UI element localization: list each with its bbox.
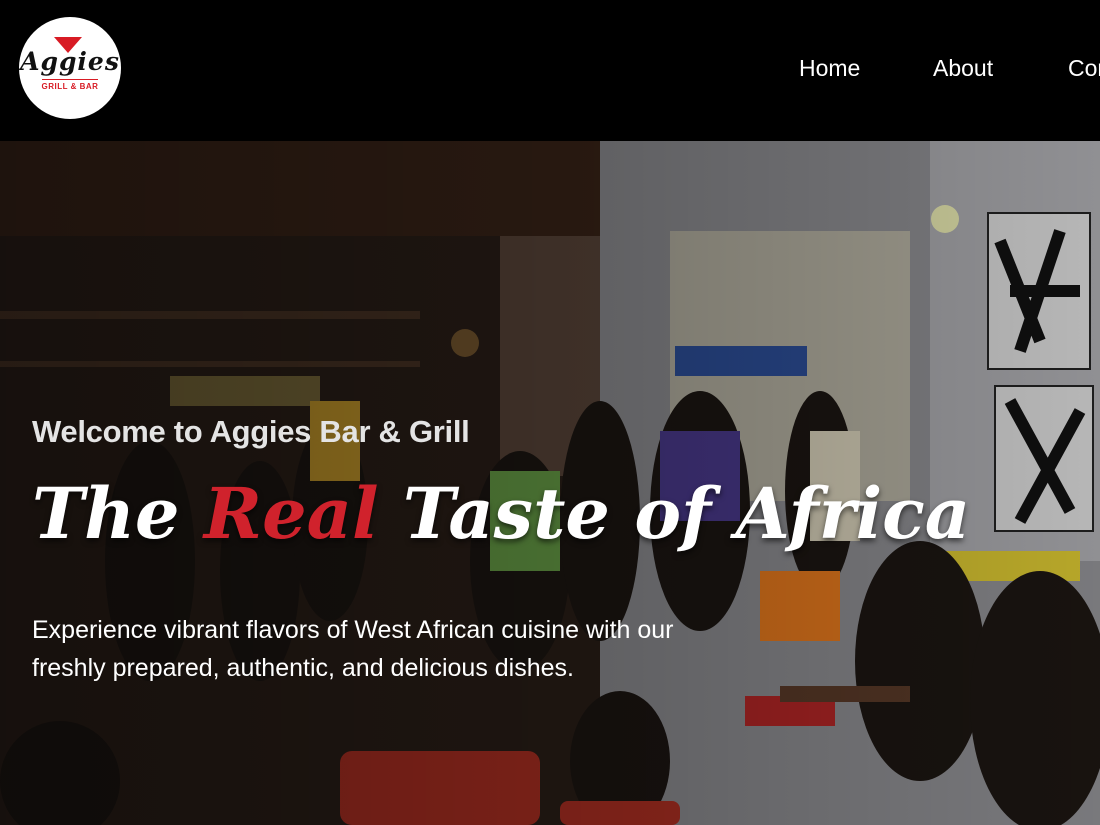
hero-title: The Real Taste of Africa: [32, 479, 970, 549]
hero-title-start: The: [32, 472, 204, 555]
nav-home[interactable]: Home: [799, 55, 860, 81]
main-nav: Home About Contact: [0, 55, 1100, 85]
hero-description: Experience vibrant flavors of West Afric…: [32, 616, 674, 682]
hero-kicker: Welcome to Aggies Bar & Grill: [32, 414, 470, 449]
nav-about[interactable]: About: [933, 55, 993, 81]
hero-title-end: Taste of Africa: [378, 472, 971, 555]
site-header: Aggies GRILL & BAR Home About Contact: [0, 0, 1100, 141]
hero-title-accent: Real: [203, 472, 379, 555]
hero-section: Welcome to Aggies Bar & Grill The Real T…: [0, 141, 1100, 825]
nav-contact[interactable]: Contact: [1068, 55, 1100, 81]
